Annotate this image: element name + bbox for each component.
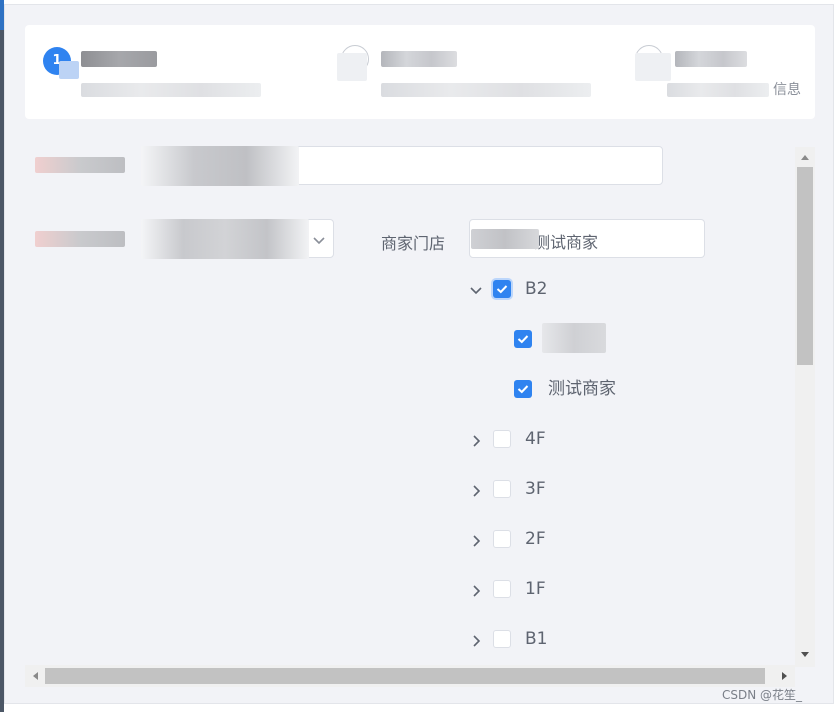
scroll-down-arrow-icon[interactable]	[800, 651, 810, 659]
scroll-right-arrow-icon[interactable]	[781, 671, 789, 681]
blurred-step-3-title	[675, 51, 747, 67]
tree-node-1f[interactable]: 1F	[467, 575, 587, 605]
dialog: 1 信息 商家门店 测试商家 B2 测试商家 4F 3F 2F 1F B1	[4, 4, 834, 704]
tree-checkbox-test-merchant[interactable]	[514, 380, 532, 398]
scroll-up-arrow-icon[interactable]	[800, 153, 810, 161]
watermark: CSDN @花笙_	[722, 688, 803, 702]
tree-label-b2: B2	[525, 279, 548, 299]
chevron-down-icon	[313, 237, 325, 245]
chevron-right-icon[interactable]	[467, 482, 485, 500]
tree-checkbox-child-1[interactable]	[514, 330, 532, 348]
steps-header: 1 信息	[25, 25, 815, 119]
blurred-step-2-title	[381, 51, 457, 67]
tree-label-4f: 4F	[525, 429, 546, 449]
blurred-store-value	[471, 229, 539, 249]
chevron-down-icon[interactable]	[467, 282, 485, 300]
tree-label-test-merchant: 测试商家	[548, 379, 616, 399]
tree-label-b1: B1	[525, 629, 548, 649]
chevron-right-icon[interactable]	[467, 532, 485, 550]
tree-checkbox-b1[interactable]	[493, 630, 511, 648]
tree-label-3f: 3F	[525, 479, 546, 499]
vertical-scrollbar[interactable]	[795, 147, 815, 667]
chevron-right-icon[interactable]	[467, 632, 485, 650]
blurred-step-2-desc	[381, 83, 591, 97]
tree-node-4f[interactable]: 4F	[467, 425, 587, 455]
blurred-field-1-label	[35, 157, 125, 173]
blurred-field-2-value	[141, 219, 309, 259]
blurred-step-1-title	[81, 51, 157, 67]
step-3-desc-end: 信息	[773, 82, 801, 98]
tree-checkbox-3f[interactable]	[493, 480, 511, 498]
horizontal-scroll-thumb[interactable]	[45, 668, 765, 684]
tree-checkbox-b2[interactable]	[493, 280, 511, 298]
store-label: 商家门店	[381, 234, 446, 253]
tree-checkbox-1f[interactable]	[493, 580, 511, 598]
tree-node-2f[interactable]: 2F	[467, 525, 587, 555]
blurred-field-2-label	[35, 231, 125, 247]
tree-label-2f: 2F	[525, 529, 546, 549]
tree-node-3f[interactable]: 3F	[467, 475, 587, 505]
blurred-step-2-circle	[337, 53, 367, 81]
blurred-step-1-mark	[59, 61, 79, 79]
vertical-scroll-thumb[interactable]	[797, 167, 813, 365]
tree-node-b2[interactable]: B2	[467, 275, 587, 305]
check-icon	[496, 285, 508, 294]
tree-node-test-merchant[interactable]: 测试商家	[512, 375, 652, 405]
store-value-text: 测试商家	[534, 233, 599, 252]
check-icon	[517, 385, 529, 394]
screen: 1 信息 商家门店 测试商家 B2 测试商家 4F 3F 2F 1F B1 CS…	[0, 0, 838, 712]
blurred-child-1-label	[542, 323, 606, 353]
blurred-step-3-circle	[635, 53, 671, 81]
blurred-step-1-desc	[81, 83, 261, 97]
scroll-left-arrow-icon[interactable]	[31, 671, 39, 681]
chevron-right-icon[interactable]	[467, 582, 485, 600]
tree-label-1f: 1F	[525, 579, 546, 599]
blurred-field-1-value	[141, 146, 299, 186]
blurred-step-3-desc	[667, 83, 769, 97]
chevron-right-icon[interactable]	[467, 432, 485, 450]
check-icon	[517, 335, 529, 344]
tree-checkbox-4f[interactable]	[493, 430, 511, 448]
tree-node-b1[interactable]: B1	[467, 625, 587, 655]
horizontal-scrollbar[interactable]	[25, 665, 795, 687]
tree-checkbox-2f[interactable]	[493, 530, 511, 548]
tree-node-child-1[interactable]	[512, 323, 622, 353]
